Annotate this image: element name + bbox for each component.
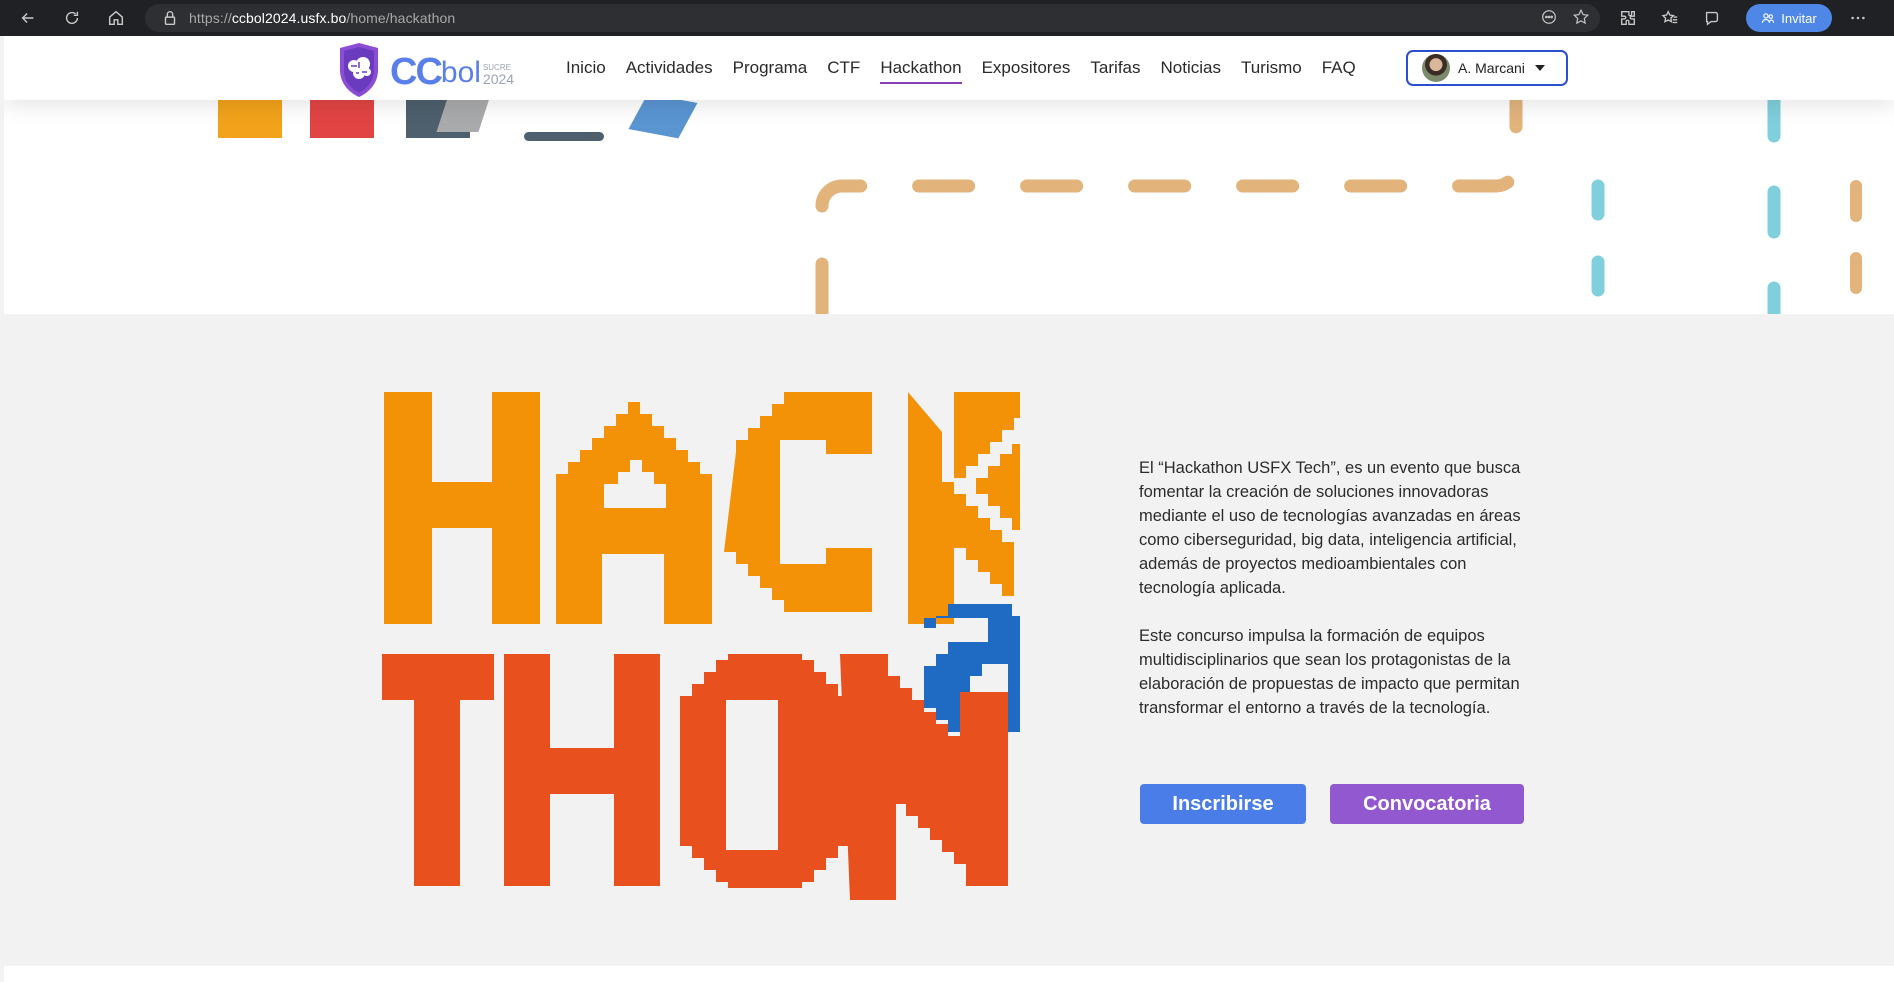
convocatoria-button[interactable]: Convocatoria: [1330, 784, 1524, 824]
user-menu-button[interactable]: A. Marcani: [1406, 50, 1568, 86]
invite-button[interactable]: Invitar: [1746, 4, 1832, 32]
collections-icon[interactable]: [1694, 0, 1730, 36]
caret-down-icon: [1534, 65, 1545, 71]
hero-decoration-area: CC bol SUCRE 2024 Inicio Actividades Pro…: [4, 36, 1894, 314]
reader-icon[interactable]: [1540, 8, 1558, 26]
ccbol-wordmark[interactable]: CC bol SUCRE 2024: [390, 50, 515, 93]
extensions-icon[interactable]: [1610, 0, 1646, 36]
home-icon[interactable]: [98, 0, 134, 36]
brain-shield-logo-icon[interactable]: [336, 42, 382, 98]
invite-label: Invitar: [1781, 10, 1817, 26]
brand-bol: bol: [440, 56, 481, 89]
address-bar[interactable]: https://ccbol2024.usfx.bo/home/hackathon: [145, 4, 1600, 32]
nav-ctf[interactable]: CTF: [827, 54, 860, 82]
nav-programa[interactable]: Programa: [733, 54, 808, 82]
main-menu: Inicio Actividades Programa CTF Hackatho…: [566, 36, 1376, 100]
inscribirse-button[interactable]: Inscribirse: [1140, 784, 1306, 824]
description-paragraph-1: El “Hackathon USFX Tech”, es un evento q…: [1139, 459, 1521, 597]
user-name: A. Marcani: [1458, 60, 1525, 76]
brand-year: 2024: [482, 71, 515, 87]
site-navbar: CC bol SUCRE 2024 Inicio Actividades Pro…: [4, 36, 1894, 100]
more-options-icon[interactable]: [1840, 0, 1876, 36]
brand-sub: SUCRE 2024: [482, 64, 515, 87]
nav-expositores[interactable]: Expositores: [982, 54, 1071, 82]
logo-line-thon: [382, 654, 1008, 900]
page-viewport: CC bol SUCRE 2024 Inicio Actividades Pro…: [4, 36, 1894, 982]
nav-actividades[interactable]: Actividades: [626, 54, 713, 82]
nav-noticias[interactable]: Noticias: [1161, 54, 1221, 82]
refresh-icon[interactable]: [54, 0, 90, 36]
lock-icon[interactable]: [161, 9, 179, 27]
favorite-star-icon[interactable]: [1572, 8, 1590, 26]
people-icon: [1762, 13, 1775, 23]
brand-cc: CC: [390, 51, 443, 93]
logo-line-hack: [384, 392, 1020, 624]
nav-inicio[interactable]: Inicio: [566, 54, 606, 82]
favorites-list-icon[interactable]: [1652, 0, 1688, 36]
nav-hackathon[interactable]: Hackathon: [880, 54, 962, 84]
description-paragraph-2: Este concurso impulsa la formación de eq…: [1139, 627, 1520, 717]
url-text: https://ccbol2024.usfx.bo/home/hackathon: [189, 10, 456, 26]
nav-turismo[interactable]: Turismo: [1241, 54, 1302, 82]
hackathon-description: El “Hackathon USFX Tech”, es un evento q…: [1139, 456, 1539, 744]
section-divider: [4, 966, 1894, 982]
hackathon-logo: [382, 392, 1020, 900]
back-icon[interactable]: [10, 0, 46, 36]
avatar: [1422, 54, 1450, 82]
nav-faq[interactable]: FAQ: [1322, 54, 1356, 82]
browser-toolbar: https://ccbol2024.usfx.bo/home/hackathon…: [0, 0, 1894, 36]
nav-tarifas[interactable]: Tarifas: [1090, 54, 1140, 82]
